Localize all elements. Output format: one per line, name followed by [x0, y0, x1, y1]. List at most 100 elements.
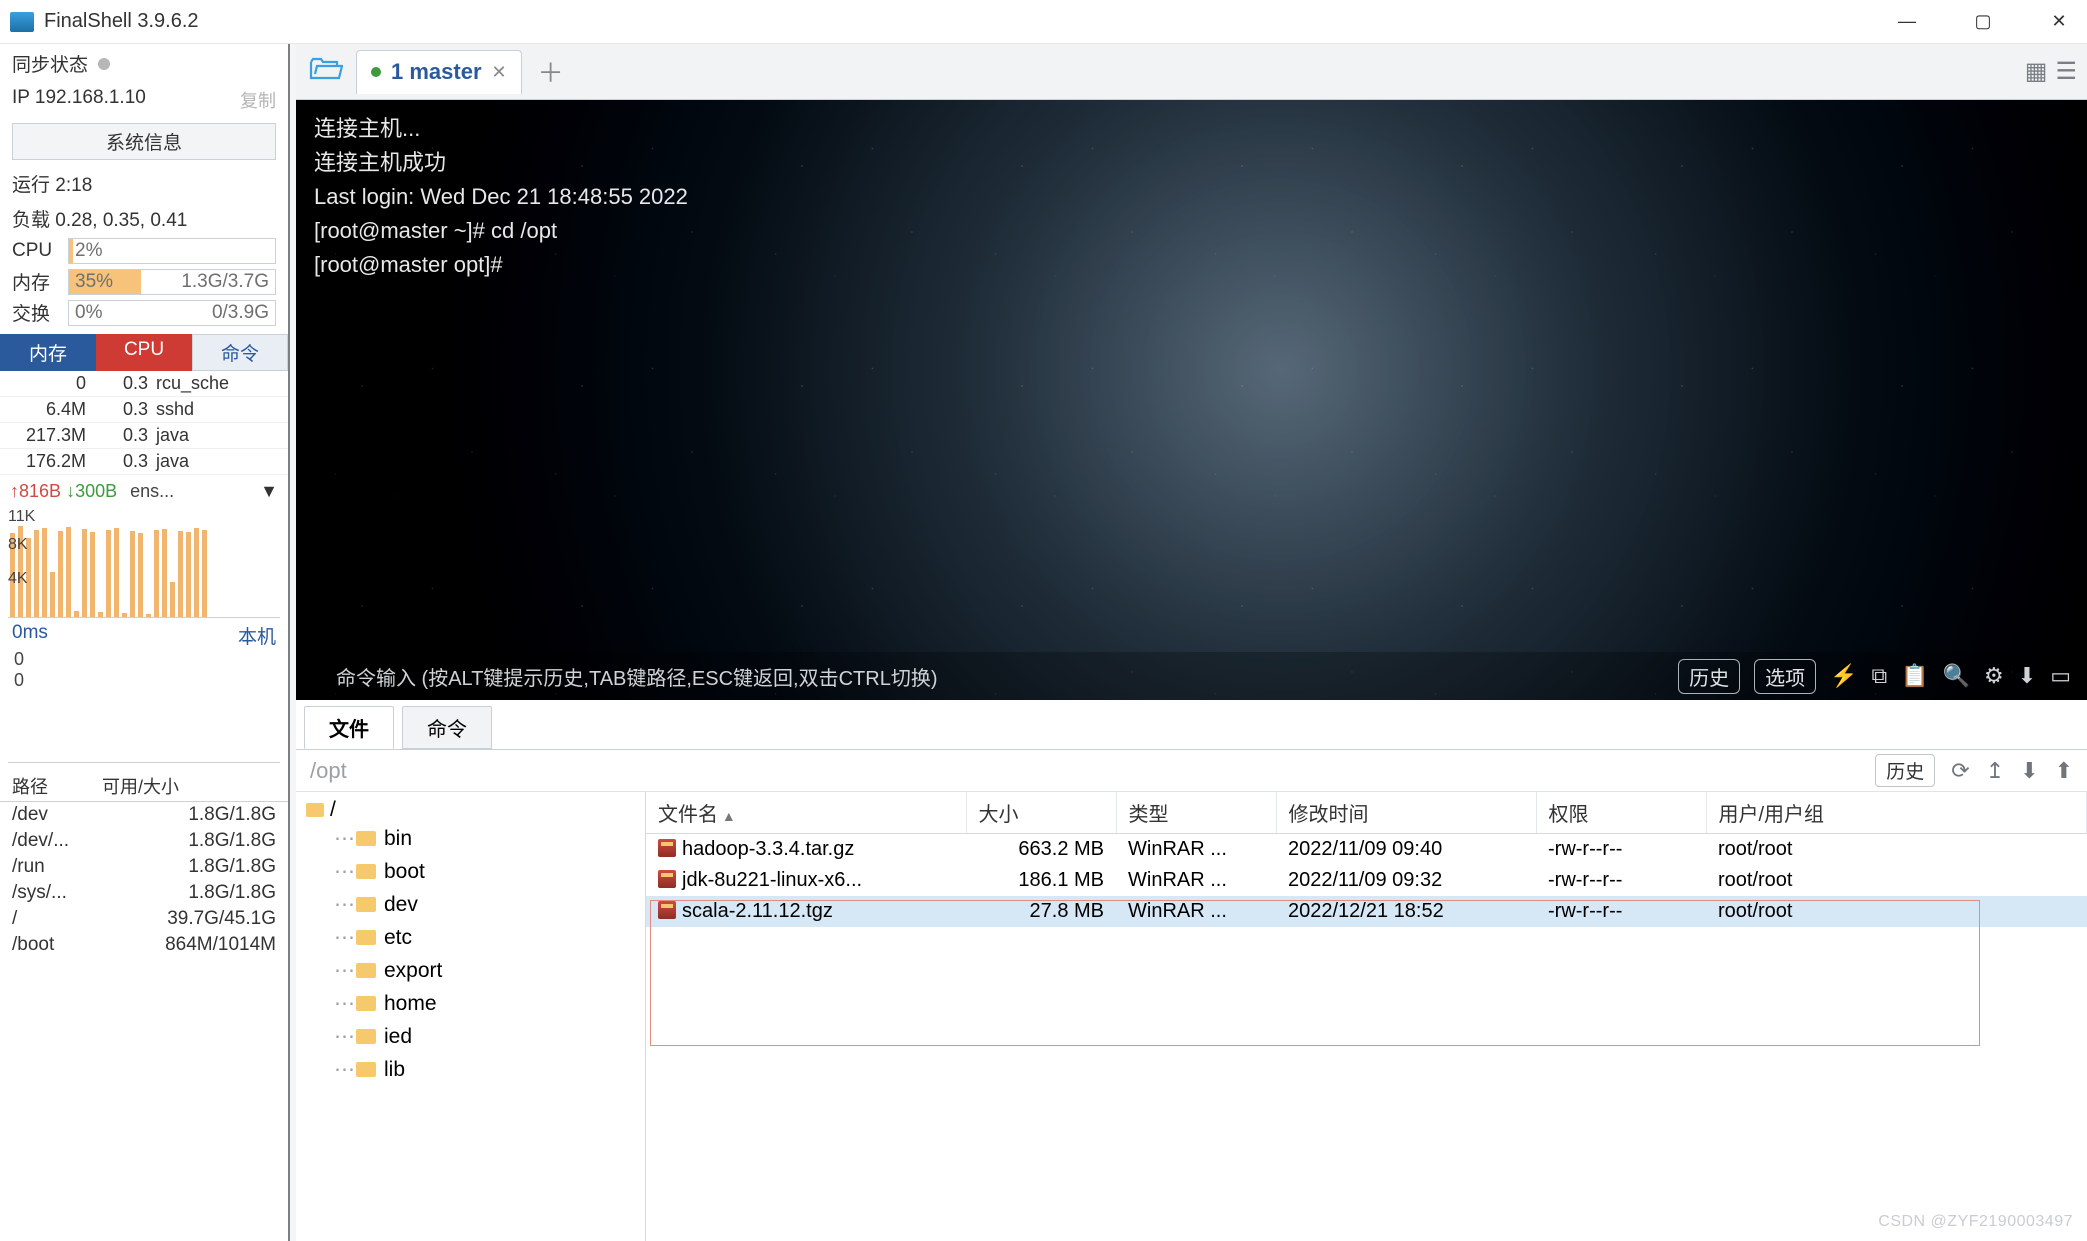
- layout-list-icon[interactable]: ☰: [2055, 57, 2077, 86]
- sync-status-label: 同步状态: [12, 50, 88, 77]
- folder-icon: [306, 803, 324, 817]
- fullscreen-icon[interactable]: ▭: [2050, 663, 2071, 689]
- archive-icon: [658, 901, 676, 919]
- fs-row[interactable]: /run1.8G/1.8G: [0, 854, 288, 880]
- col-filename[interactable]: 文件名: [646, 792, 966, 834]
- session-tab-master[interactable]: 1 master ✕: [356, 50, 522, 94]
- process-sort-tabs: 内存 CPU 命令: [0, 334, 288, 371]
- process-row[interactable]: 00.3rcu_sche: [0, 371, 288, 397]
- terminal-history-button[interactable]: 历史: [1678, 659, 1740, 694]
- folder-icon: [356, 930, 376, 945]
- process-tab-command[interactable]: 命令: [192, 334, 288, 371]
- process-tab-memory[interactable]: 内存: [0, 334, 96, 371]
- watermark: CSDN @ZYF2190003497: [1878, 1213, 2073, 1231]
- col-owner[interactable]: 用户/用户组: [1706, 792, 2087, 834]
- search-icon[interactable]: 🔍: [1943, 663, 1970, 689]
- folder-icon: [356, 996, 376, 1011]
- sync-status-indicator: [98, 58, 110, 70]
- folder-icon: [356, 897, 376, 912]
- network-rates: ↑816B ↓300B ens... ▼: [0, 475, 288, 504]
- network-sparkline: 11K 8K 4K: [8, 508, 280, 618]
- file-row[interactable]: hadoop-3.3.4.tar.gz663.2 MBWinRAR ...202…: [646, 834, 2087, 866]
- process-row[interactable]: 217.3M0.3java: [0, 423, 288, 449]
- close-tab-icon[interactable]: ✕: [492, 62, 507, 83]
- file-row[interactable]: jdk-8u221-linux-x6...186.1 MBWinRAR ...2…: [646, 865, 2087, 896]
- fs-header-avail[interactable]: 可用/大小: [102, 773, 179, 799]
- directory-tree[interactable]: / ⋯bin⋯boot⋯dev⋯etc⋯export⋯home⋯ied⋯lib: [296, 792, 646, 1241]
- file-row[interactable]: scala-2.11.12.tgz27.8 MBWinRAR ...2022/1…: [646, 896, 2087, 927]
- terminal-options-button[interactable]: 选项: [1754, 659, 1816, 694]
- title-bar: FinalShell 3.9.6.2 ― ▢ ✕: [0, 0, 2087, 44]
- tree-node[interactable]: ⋯home: [306, 987, 635, 1020]
- tree-node[interactable]: ⋯lib: [306, 1053, 635, 1086]
- copy-ip-button[interactable]: 复制: [240, 87, 276, 113]
- tree-node[interactable]: ⋯bin: [306, 822, 635, 855]
- fs-row[interactable]: /dev1.8G/1.8G: [0, 802, 288, 828]
- interface-dropdown-icon[interactable]: ▼: [260, 481, 278, 502]
- tree-root[interactable]: /: [306, 798, 635, 822]
- col-mtime[interactable]: 修改时间: [1276, 792, 1536, 834]
- ip-label: IP 192.168.1.10: [12, 87, 146, 113]
- tree-node[interactable]: ⋯dev: [306, 888, 635, 921]
- col-size[interactable]: 大小: [966, 792, 1116, 834]
- folder-icon: [356, 831, 376, 846]
- tree-node[interactable]: ⋯boot: [306, 855, 635, 888]
- process-tab-cpu[interactable]: CPU: [96, 334, 192, 371]
- layout-grid-icon[interactable]: ▦: [2025, 57, 2048, 86]
- memory-meter: 内存 35%1.3G/3.7G: [0, 266, 288, 297]
- tree-node[interactable]: ⋯ied: [306, 1020, 635, 1053]
- open-connections-icon[interactable]: [306, 56, 346, 88]
- up-level-icon[interactable]: ↥: [1986, 758, 2004, 784]
- fs-row[interactable]: /dev/...1.8G/1.8G: [0, 828, 288, 854]
- uptime-label: 运行 2:18: [12, 170, 92, 197]
- archive-icon: [658, 870, 676, 888]
- path-history-button[interactable]: 历史: [1875, 754, 1935, 787]
- cpu-meter: CPU 2%: [0, 236, 288, 266]
- window-minimize-button[interactable]: ―: [1887, 11, 1927, 32]
- sidebar: 同步状态 IP 192.168.1.10 复制 系统信息 运行 2:18 负载 …: [0, 44, 290, 1241]
- folder-icon: [356, 1029, 376, 1044]
- process-row[interactable]: 6.4M0.3sshd: [0, 397, 288, 423]
- terminal-input-hint[interactable]: 命令输入 (按ALT键提示历史,TAB键路径,ESC键返回,双击CTRL切换): [336, 662, 938, 691]
- latency-target[interactable]: 本机: [238, 622, 276, 649]
- latency-sparkline: [8, 693, 280, 763]
- fs-header-path[interactable]: 路径: [12, 773, 102, 799]
- fs-row[interactable]: /sys/...1.8G/1.8G: [0, 880, 288, 906]
- col-perm[interactable]: 权限: [1536, 792, 1706, 834]
- window-close-button[interactable]: ✕: [2039, 11, 2079, 32]
- process-row[interactable]: 176.2M0.3java: [0, 449, 288, 475]
- tree-node[interactable]: ⋯etc: [306, 921, 635, 954]
- system-info-button[interactable]: 系统信息: [12, 123, 276, 160]
- col-type[interactable]: 类型: [1116, 792, 1276, 834]
- process-list: 00.3rcu_sche6.4M0.3sshd217.3M0.3java176.…: [0, 371, 288, 475]
- file-list[interactable]: 文件名 大小 类型 修改时间 权限 用户/用户组 hadoop-3.3.4.ta…: [646, 792, 2087, 1241]
- tab-files[interactable]: 文件: [304, 706, 394, 749]
- bolt-icon[interactable]: ⚡: [1830, 663, 1857, 689]
- terminal-output: 连接主机... 连接主机成功 Last login: Wed Dec 21 18…: [314, 112, 688, 282]
- upload-file-icon[interactable]: ⬆: [2055, 758, 2073, 784]
- swap-meter: 交换 0%0/3.9G: [0, 297, 288, 328]
- tab-commands[interactable]: 命令: [402, 706, 492, 749]
- filesystem-list: /dev1.8G/1.8G/dev/...1.8G/1.8G/run1.8G/1…: [0, 802, 288, 958]
- download-icon[interactable]: ⬇: [2018, 663, 2036, 689]
- gear-icon[interactable]: ⚙: [1984, 663, 2004, 689]
- fs-row[interactable]: /boot864M/1014M: [0, 932, 288, 958]
- tree-node[interactable]: ⋯export: [306, 954, 635, 987]
- session-status-dot: [371, 67, 381, 77]
- add-tab-button[interactable]: ＋: [538, 53, 564, 90]
- archive-icon: [658, 839, 676, 857]
- terminal[interactable]: 连接主机... 连接主机成功 Last login: Wed Dec 21 18…: [296, 100, 2087, 700]
- copy-icon[interactable]: ⧉: [1872, 663, 1888, 689]
- folder-icon: [356, 1062, 376, 1077]
- folder-icon: [356, 963, 376, 978]
- download-file-icon[interactable]: ⬇: [2020, 758, 2038, 784]
- lower-tabs: 文件 命令: [296, 700, 2087, 750]
- session-tab-bar: 1 master ✕ ＋ ▦ ☰: [296, 44, 2087, 100]
- latency-value: 0ms: [12, 622, 48, 649]
- refresh-icon[interactable]: ⟳: [1951, 758, 1969, 784]
- current-path[interactable]: /opt: [310, 758, 347, 784]
- fs-row[interactable]: /39.7G/45.1G: [0, 906, 288, 932]
- window-maximize-button[interactable]: ▢: [1963, 11, 2003, 32]
- paste-icon[interactable]: 📋: [1901, 663, 1928, 689]
- terminal-input-bar: 命令输入 (按ALT键提示历史,TAB键路径,ESC键返回,双击CTRL切换) …: [296, 652, 2087, 700]
